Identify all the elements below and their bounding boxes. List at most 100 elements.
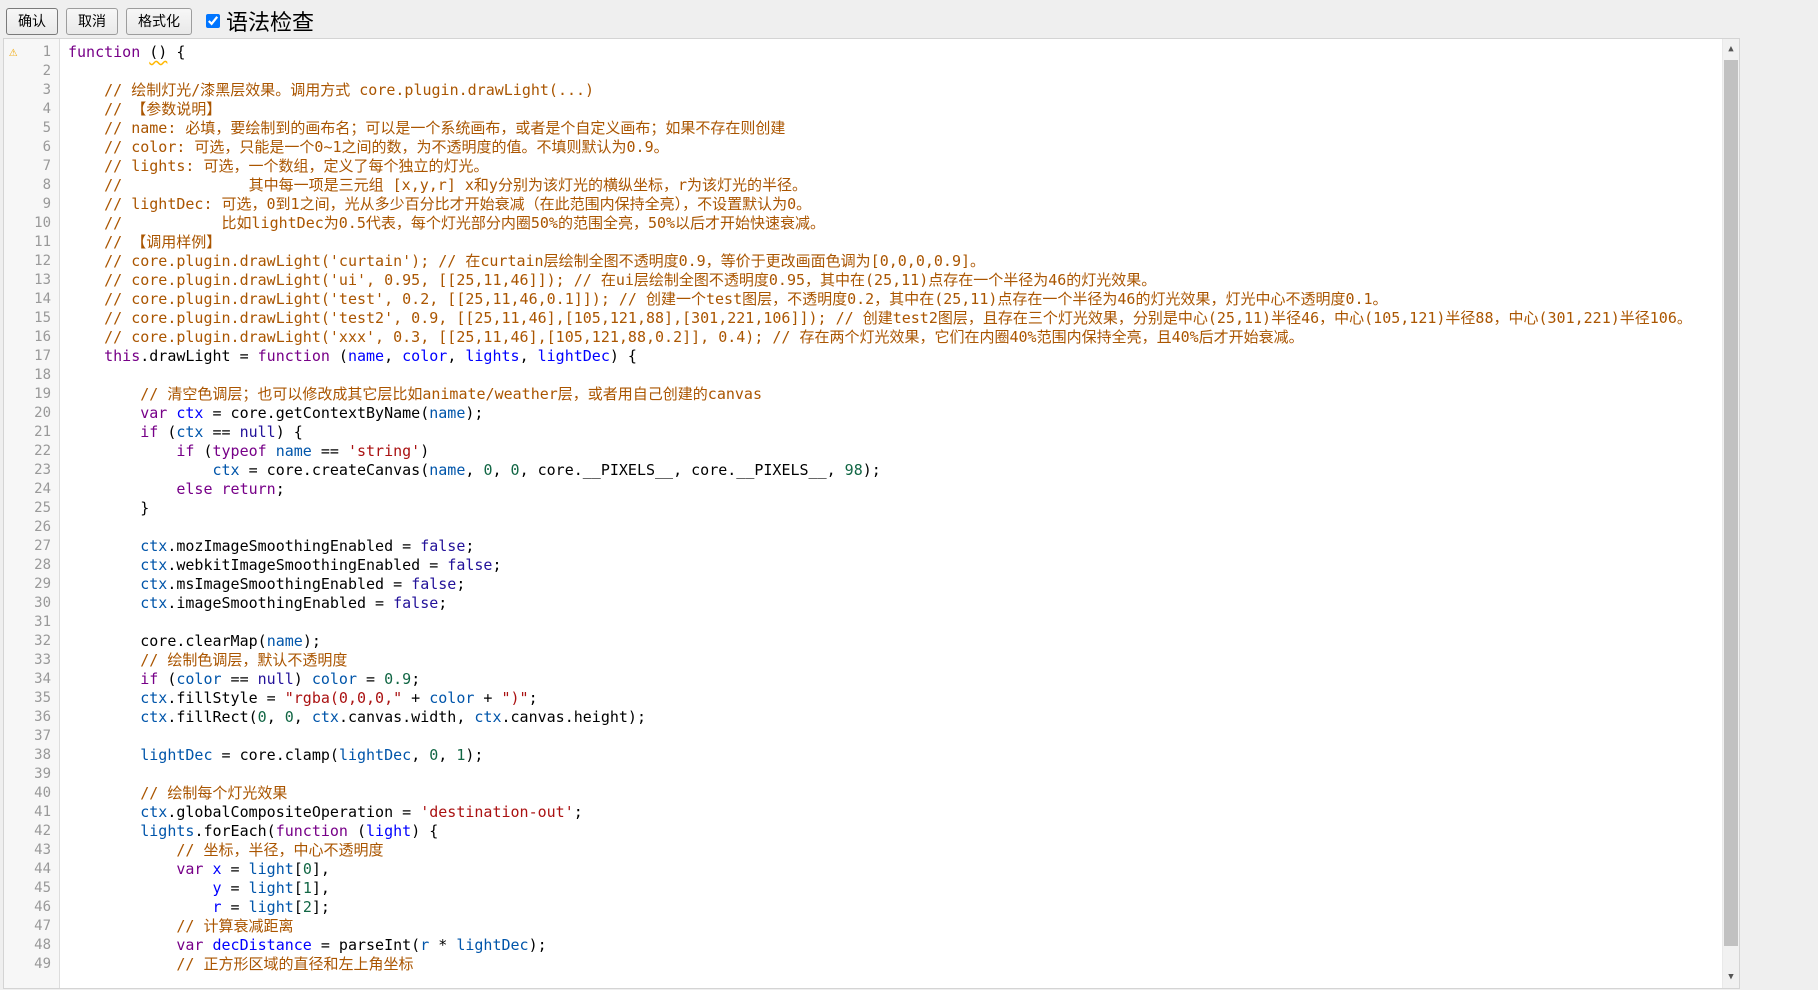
code-line: 32 core.clearMap(name); <box>4 632 1722 651</box>
code-line-text[interactable]: // 绘制每个灯光效果 <box>61 784 1722 803</box>
code-line-text[interactable]: // name: 必填，要绘制到的画布名；可以是一个系统画布，或者是个自定义画布… <box>61 119 1722 138</box>
syntax-check-label: 语法检查 <box>226 5 314 37</box>
code-line: 8 // 其中每一项是三元组 [x,y,r] x和y分别为该灯光的横纵坐标，r为… <box>4 176 1722 195</box>
code-line-text[interactable]: ctx.imageSmoothingEnabled = false; <box>61 594 1722 613</box>
code-line: 22 if (typeof name == 'string') <box>4 442 1722 461</box>
line-number: 23 <box>4 461 61 480</box>
code-line-text[interactable]: // lights: 可选，一个数组，定义了每个独立的灯光。 <box>61 157 1722 176</box>
line-number: 18 <box>4 366 61 385</box>
code-line: 26​ <box>4 518 1722 537</box>
code-line-text[interactable]: core.clearMap(name); <box>61 632 1722 651</box>
code-line-text[interactable]: // lightDec: 可选，0到1之间，光从多少百分比才开始衰减（在此范围内… <box>61 195 1722 214</box>
code-line-text[interactable]: ctx.fillStyle = "rgba(0,0,0," + color + … <box>61 689 1722 708</box>
code-line: 2​ <box>4 62 1722 81</box>
code-line-text[interactable]: // color: 可选，只能是一个0~1之间的数，为不透明度的值。不填则默认为… <box>61 138 1722 157</box>
scroll-down-button[interactable]: ▼ <box>1723 969 1739 986</box>
line-number: 15 <box>4 309 61 328</box>
code-line-text[interactable]: var ctx = core.getContextByName(name); <box>61 404 1722 423</box>
code-line-text[interactable]: // core.plugin.drawLight('xxx', 0.3, [[2… <box>61 328 1722 347</box>
code-line-text[interactable]: // 坐标，半径，中心不透明度 <box>61 841 1722 860</box>
code-line: 45 y = light[1], <box>4 879 1722 898</box>
syntax-check-checkbox[interactable] <box>206 14 220 28</box>
code-line-text[interactable]: ctx.globalCompositeOperation = 'destinat… <box>61 803 1722 822</box>
code-line-text[interactable]: ctx.webkitImageSmoothingEnabled = false; <box>61 556 1722 575</box>
code-line-text[interactable]: if (ctx == null) { <box>61 423 1722 442</box>
code-line: 47 // 计算衰减距离 <box>4 917 1722 936</box>
code-line-text[interactable]: ​ <box>61 727 1722 746</box>
code-line-text[interactable]: ​ <box>61 366 1722 385</box>
code-line-text[interactable]: ​ <box>61 613 1722 632</box>
code-line-text[interactable]: ctx.mozImageSmoothingEnabled = false; <box>61 537 1722 556</box>
code-line: 13 // core.plugin.drawLight('ui', 0.95, … <box>4 271 1722 290</box>
line-number: 34 <box>4 670 61 689</box>
code-line-text[interactable]: if (typeof name == 'string') <box>61 442 1722 461</box>
line-number: 28 <box>4 556 61 575</box>
code-line-text[interactable]: r = light[2]; <box>61 898 1722 917</box>
code-line-text[interactable]: function () { <box>61 43 1722 62</box>
code-line-text[interactable]: // 【调用样例】 <box>61 233 1722 252</box>
line-number: 21 <box>4 423 61 442</box>
code-line-text[interactable]: this.drawLight = function (name, color, … <box>61 347 1722 366</box>
code-line-text[interactable]: var decDistance = parseInt(r * lightDec)… <box>61 936 1722 955</box>
scrollbar-thumb[interactable] <box>1724 60 1738 946</box>
code-line-text[interactable]: lightDec = core.clamp(lightDec, 0, 1); <box>61 746 1722 765</box>
line-number: 3 <box>4 81 61 100</box>
line-number: 17 <box>4 347 61 366</box>
line-number: 31 <box>4 613 61 632</box>
code-line-text[interactable]: var x = light[0], <box>61 860 1722 879</box>
cancel-button[interactable]: 取消 <box>66 8 118 35</box>
line-number: 45 <box>4 879 61 898</box>
code-line-text[interactable]: // 正方形区域的直径和左上角坐标 <box>61 955 1722 974</box>
code-line: 10 // 比如lightDec为0.5代表，每个灯光部分内圈50%的范围全亮，… <box>4 214 1722 233</box>
code-line-text[interactable]: // 绘制灯光/漆黑层效果。调用方式 core.plugin.drawLight… <box>61 81 1722 100</box>
code-line-text[interactable]: ​ <box>61 518 1722 537</box>
code-line-text[interactable]: ctx.msImageSmoothingEnabled = false; <box>61 575 1722 594</box>
code-line: 27 ctx.mozImageSmoothingEnabled = false; <box>4 537 1722 556</box>
code-line-text[interactable]: ctx = core.createCanvas(name, 0, 0, core… <box>61 461 1722 480</box>
code-line: 49 // 正方形区域的直径和左上角坐标 <box>4 955 1722 974</box>
scroll-up-button[interactable]: ▲ <box>1723 41 1739 58</box>
code-line-text[interactable]: // 计算衰减距离 <box>61 917 1722 936</box>
editor-toolbar: 确认 取消 格式化 语法检查 <box>0 0 1818 37</box>
code-line: 30 ctx.imageSmoothingEnabled = false; <box>4 594 1722 613</box>
syntax-check-toggle[interactable]: 语法检查 <box>206 5 314 37</box>
line-number: 12 <box>4 252 61 271</box>
code-line-text[interactable]: // core.plugin.drawLight('ui', 0.95, [[2… <box>61 271 1722 290</box>
line-number: 30 <box>4 594 61 613</box>
code-line-text[interactable]: // 绘制色调层，默认不透明度 <box>61 651 1722 670</box>
line-number: 33 <box>4 651 61 670</box>
line-number: 46 <box>4 898 61 917</box>
code-line-text[interactable]: ​ <box>61 62 1722 81</box>
code-line-text[interactable]: // 清空色调层；也可以修改成其它层比如animate/weather层，或者用… <box>61 385 1722 404</box>
code-line-text[interactable]: lights.forEach(function (light) { <box>61 822 1722 841</box>
code-line: 37​ <box>4 727 1722 746</box>
code-line: 18​ <box>4 366 1722 385</box>
code-line-text[interactable]: } <box>61 499 1722 518</box>
line-number: 7 <box>4 157 61 176</box>
code-line-text[interactable]: ctx.fillRect(0, 0, ctx.canvas.width, ctx… <box>61 708 1722 727</box>
code-line-text[interactable]: // core.plugin.drawLight('test2', 0.9, [… <box>61 309 1722 328</box>
code-lines[interactable]: ⚠1function () {2​3 // 绘制灯光/漆黑层效果。调用方式 co… <box>4 39 1722 988</box>
code-editor[interactable]: ⚠1function () {2​3 // 绘制灯光/漆黑层效果。调用方式 co… <box>3 38 1740 989</box>
confirm-button[interactable]: 确认 <box>6 8 58 35</box>
line-number: 35 <box>4 689 61 708</box>
code-line: 3 // 绘制灯光/漆黑层效果。调用方式 core.plugin.drawLig… <box>4 81 1722 100</box>
code-line-text[interactable]: // 比如lightDec为0.5代表，每个灯光部分内圈50%的范围全亮，50%… <box>61 214 1722 233</box>
format-button[interactable]: 格式化 <box>126 8 192 35</box>
editor-vertical-scrollbar[interactable]: ▲ ▼ <box>1722 39 1739 988</box>
code-line-text[interactable]: else return; <box>61 480 1722 499</box>
code-line: 4 // 【参数说明】 <box>4 100 1722 119</box>
line-number: 39 <box>4 765 61 784</box>
code-line: 42 lights.forEach(function (light) { <box>4 822 1722 841</box>
code-line: 36 ctx.fillRect(0, 0, ctx.canvas.width, … <box>4 708 1722 727</box>
code-line: 29 ctx.msImageSmoothingEnabled = false; <box>4 575 1722 594</box>
code-line: 31​ <box>4 613 1722 632</box>
code-line-text[interactable]: // core.plugin.drawLight('curtain'); // … <box>61 252 1722 271</box>
code-line-text[interactable]: // 【参数说明】 <box>61 100 1722 119</box>
line-number: 38 <box>4 746 61 765</box>
code-line-text[interactable]: ​ <box>61 765 1722 784</box>
code-line-text[interactable]: // core.plugin.drawLight('test', 0.2, [[… <box>61 290 1722 309</box>
code-line-text[interactable]: // 其中每一项是三元组 [x,y,r] x和y分别为该灯光的横纵坐标，r为该灯… <box>61 176 1722 195</box>
code-line-text[interactable]: if (color == null) color = 0.9; <box>61 670 1722 689</box>
code-line-text[interactable]: y = light[1], <box>61 879 1722 898</box>
